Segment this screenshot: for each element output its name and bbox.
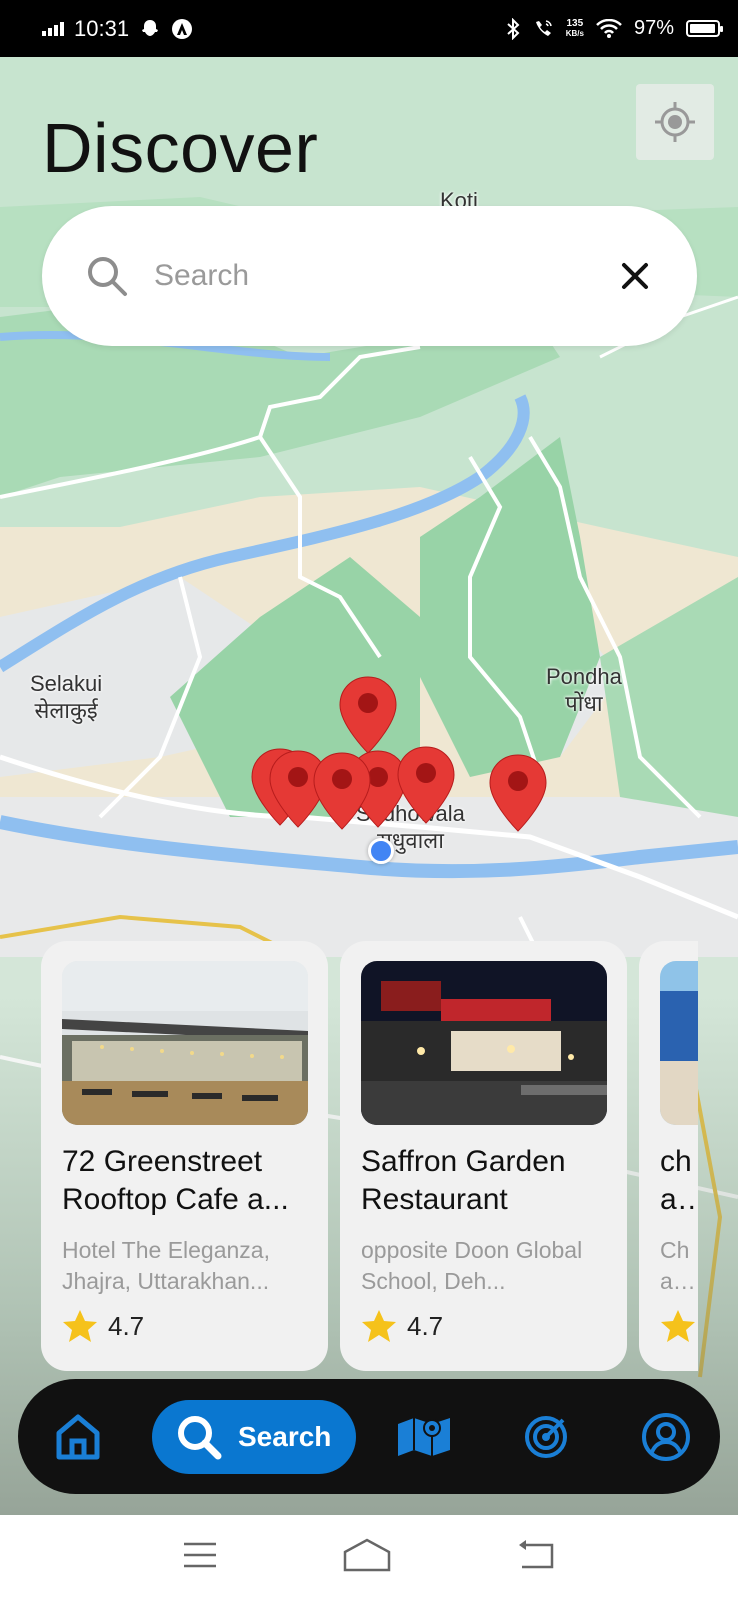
search-icon bbox=[88, 257, 127, 296]
wifi-calling-icon bbox=[535, 19, 552, 36]
system-home-button[interactable] bbox=[342, 1538, 392, 1577]
map-marker[interactable] bbox=[488, 753, 548, 833]
map-marker[interactable] bbox=[338, 675, 398, 755]
map-marker[interactable] bbox=[312, 751, 372, 831]
menu-icon bbox=[184, 1542, 216, 1568]
search-bar bbox=[42, 206, 697, 346]
back-icon bbox=[519, 1540, 554, 1569]
search-icon bbox=[178, 1415, 222, 1459]
place-rating bbox=[660, 1309, 698, 1343]
nav-search[interactable]: Search bbox=[152, 1399, 356, 1474]
battery-icon bbox=[686, 20, 723, 37]
map-icon bbox=[398, 1417, 450, 1456]
home-icon bbox=[56, 1414, 100, 1459]
close-icon bbox=[622, 263, 648, 289]
my-location-button[interactable] bbox=[636, 84, 714, 160]
place-card[interactable]: cha res Cha nea bbox=[639, 941, 698, 1371]
place-name: 72 Greenstreet Rooftop Cafe a... bbox=[62, 1145, 289, 1216]
radar-icon bbox=[525, 1415, 567, 1458]
place-rating: 4.7 bbox=[62, 1309, 308, 1343]
system-back-button[interactable] bbox=[516, 1539, 556, 1576]
search-input[interactable] bbox=[154, 259, 615, 293]
star-icon bbox=[362, 1310, 396, 1342]
nav-profile[interactable] bbox=[638, 1409, 694, 1465]
place-address: Hotel The Eleganza, Jhajra, Uttarakhan..… bbox=[62, 1237, 270, 1294]
map-marker[interactable] bbox=[396, 745, 456, 825]
system-navigation-bar bbox=[0, 1515, 738, 1600]
place-name: Saffron Garden Restaurant bbox=[361, 1145, 566, 1216]
map-label-selakui: Selakui सेलाकुई bbox=[30, 671, 103, 723]
map-label-pondha: Pondha पोंधा bbox=[546, 664, 622, 716]
signal-icon bbox=[42, 21, 64, 36]
bluetooth-icon bbox=[507, 17, 520, 40]
status-time: 10:31 bbox=[74, 15, 130, 41]
status-bar: 10:31 135 KB/s 97% bbox=[0, 0, 738, 57]
star-icon bbox=[63, 1310, 97, 1342]
place-photo bbox=[62, 961, 308, 1125]
app-notification-icon bbox=[172, 18, 193, 39]
place-name: cha res bbox=[660, 1145, 696, 1216]
profile-icon bbox=[642, 1412, 690, 1461]
places-carousel[interactable]: 72 Greenstreet Rooftop Cafe a... Hotel T… bbox=[41, 941, 698, 1371]
place-photo bbox=[660, 961, 698, 1125]
place-address: Cha nea bbox=[660, 1237, 692, 1294]
net-speed: 135 KB/s bbox=[565, 17, 584, 38]
page-title: Discover bbox=[42, 109, 319, 187]
current-location-dot bbox=[368, 838, 394, 864]
star-icon bbox=[661, 1310, 695, 1342]
place-card[interactable]: Saffron Garden Restaurant opposite Doon … bbox=[340, 941, 627, 1371]
place-card[interactable]: 72 Greenstreet Rooftop Cafe a... Hotel T… bbox=[41, 941, 328, 1371]
wifi-icon bbox=[596, 18, 622, 38]
home-outline-icon bbox=[343, 1538, 391, 1572]
bottom-navigation: Search bbox=[18, 1379, 720, 1494]
nav-home[interactable] bbox=[50, 1409, 106, 1465]
snapchat-icon bbox=[142, 19, 159, 36]
nav-map[interactable] bbox=[396, 1409, 452, 1465]
clear-search-button[interactable] bbox=[615, 256, 655, 296]
battery-percent: 97% bbox=[633, 17, 674, 39]
recent-apps-button[interactable] bbox=[182, 1541, 218, 1574]
place-address: opposite Doon Global School, Deh... bbox=[361, 1237, 583, 1294]
crosshair-icon bbox=[655, 102, 695, 142]
nav-search-label: Search bbox=[238, 1420, 332, 1452]
place-rating: 4.7 bbox=[361, 1309, 607, 1343]
place-photo bbox=[361, 961, 607, 1125]
nav-nearby[interactable] bbox=[518, 1409, 574, 1465]
